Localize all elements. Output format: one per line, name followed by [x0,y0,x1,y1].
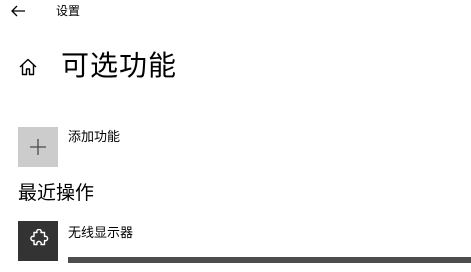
home-icon [19,58,37,76]
add-feature-tile[interactable] [18,127,58,167]
puzzle-piece-icon [30,229,49,246]
page-title: 可选功能 [61,49,178,82]
recent-actions-heading: 最近操作 [18,182,95,204]
back-arrow-icon [11,5,25,17]
add-feature-label[interactable]: 添加功能 [68,129,120,147]
feature-name: 无线显示器 [68,226,134,241]
back-button[interactable] [8,3,28,19]
feature-icon-tile [18,221,58,261]
recent-action-item: 无线显示器 [18,221,471,272]
add-feature-button[interactable]: 添加功能 [18,127,198,169]
window-title: 设置 [56,4,81,18]
plus-icon [30,139,46,155]
install-progress-bar [68,257,471,263]
title-bar: 设置 [0,0,471,22]
install-progress-fill [68,257,471,263]
home-button[interactable] [17,56,39,78]
